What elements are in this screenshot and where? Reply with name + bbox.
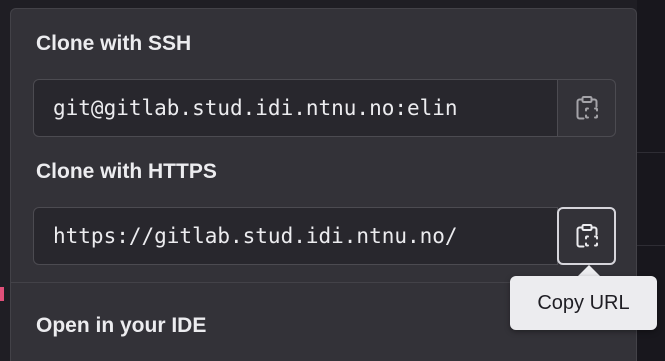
copy-url-tooltip: Copy URL [510, 276, 657, 330]
ssh-url-input[interactable] [33, 79, 558, 137]
page: Clone with SSH Clone with HTTPS [0, 0, 665, 361]
clone-https-title: Clone with HTTPS [36, 160, 217, 183]
clipboard-icon [576, 224, 598, 248]
open-in-ide-title: Open in your IDE [36, 314, 207, 337]
clone-ssh-title: Clone with SSH [36, 32, 192, 55]
clone-https-group [33, 207, 616, 265]
copy-https-url-button[interactable] [557, 207, 616, 265]
clone-ssh-group [33, 79, 616, 137]
https-url-input[interactable] [33, 207, 558, 265]
background-accent [0, 287, 4, 301]
tooltip-arrow [578, 265, 600, 276]
clipboard-icon [576, 96, 598, 120]
background-divider [637, 152, 665, 153]
copy-ssh-url-button[interactable] [558, 79, 616, 137]
background-divider [637, 245, 665, 246]
